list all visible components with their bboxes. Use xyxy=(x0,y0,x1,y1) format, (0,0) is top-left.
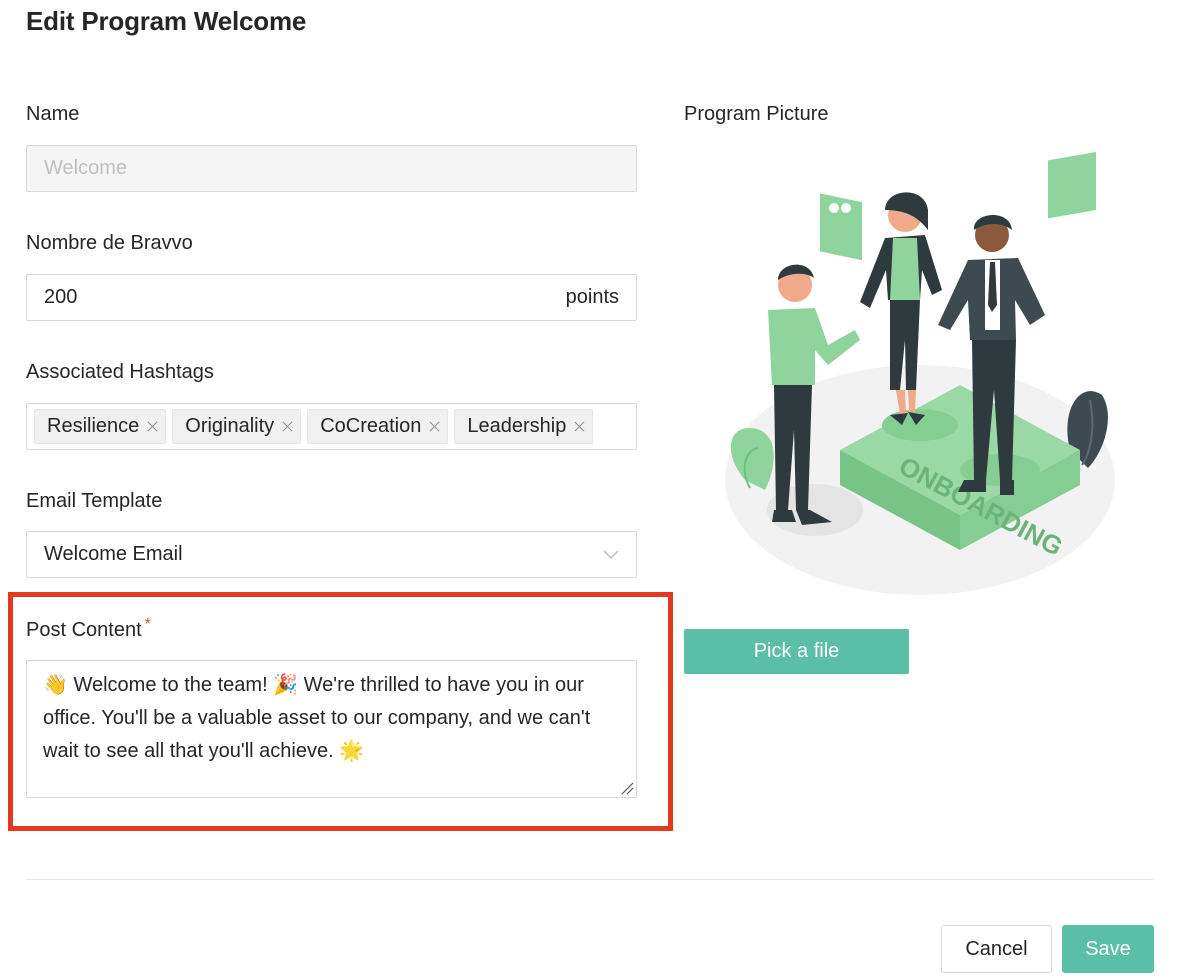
program-picture-label: Program Picture xyxy=(684,103,829,125)
email-template-label: Email Template xyxy=(26,490,163,512)
modal-title: Edit Program Welcome xyxy=(26,6,307,36)
bravvo-label: Nombre de Bravvo xyxy=(26,232,193,254)
required-mark: * xyxy=(144,616,151,633)
close-icon[interactable] xyxy=(282,421,293,432)
footer-divider xyxy=(26,879,1154,880)
name-value: Welcome xyxy=(44,157,127,179)
close-icon[interactable] xyxy=(147,421,158,432)
points-suffix: points xyxy=(565,286,619,308)
hashtags-select[interactable]: Resilience Originality CoCreation Leader… xyxy=(26,403,637,450)
hashtags-label: Associated Hashtags xyxy=(26,361,214,383)
post-content-label-text: Post Content xyxy=(26,619,142,641)
hashtag-label: Leadership xyxy=(467,415,567,437)
close-icon[interactable] xyxy=(574,421,585,432)
pick-file-button[interactable]: Pick a file xyxy=(684,629,909,674)
resize-grip-icon[interactable] xyxy=(620,781,634,795)
name-input: Welcome xyxy=(26,145,637,192)
onboarding-illustration: ONBOARDING xyxy=(725,151,1115,595)
hashtag-label: Resilience xyxy=(47,415,140,437)
hashtag-tag: Leadership xyxy=(454,409,594,444)
email-template-select[interactable]: Welcome Email xyxy=(26,531,637,578)
hashtag-tag: Originality xyxy=(172,409,302,444)
bravvo-value: 200 xyxy=(44,286,78,308)
save-button[interactable]: Save xyxy=(1062,925,1154,973)
post-content-textarea[interactable]: 👋 Welcome to the team! 🎉 We're thrilled … xyxy=(26,660,637,798)
hashtag-label: Originality xyxy=(185,415,275,437)
bravvo-input[interactable]: 200 points xyxy=(26,274,637,321)
hashtag-label: CoCreation xyxy=(320,415,422,437)
post-content-text: 👋 Welcome to the team! 🎉 We're thrilled … xyxy=(43,674,591,762)
hashtag-tag: CoCreation xyxy=(307,409,449,444)
close-icon[interactable] xyxy=(429,421,440,432)
cancel-button[interactable]: Cancel xyxy=(941,925,1052,973)
chevron-down-icon xyxy=(603,550,619,560)
post-content-label: Post Content * xyxy=(26,616,151,642)
name-label: Name xyxy=(26,103,80,125)
email-template-value: Welcome Email xyxy=(44,543,183,565)
hashtag-tag: Resilience xyxy=(34,409,167,444)
